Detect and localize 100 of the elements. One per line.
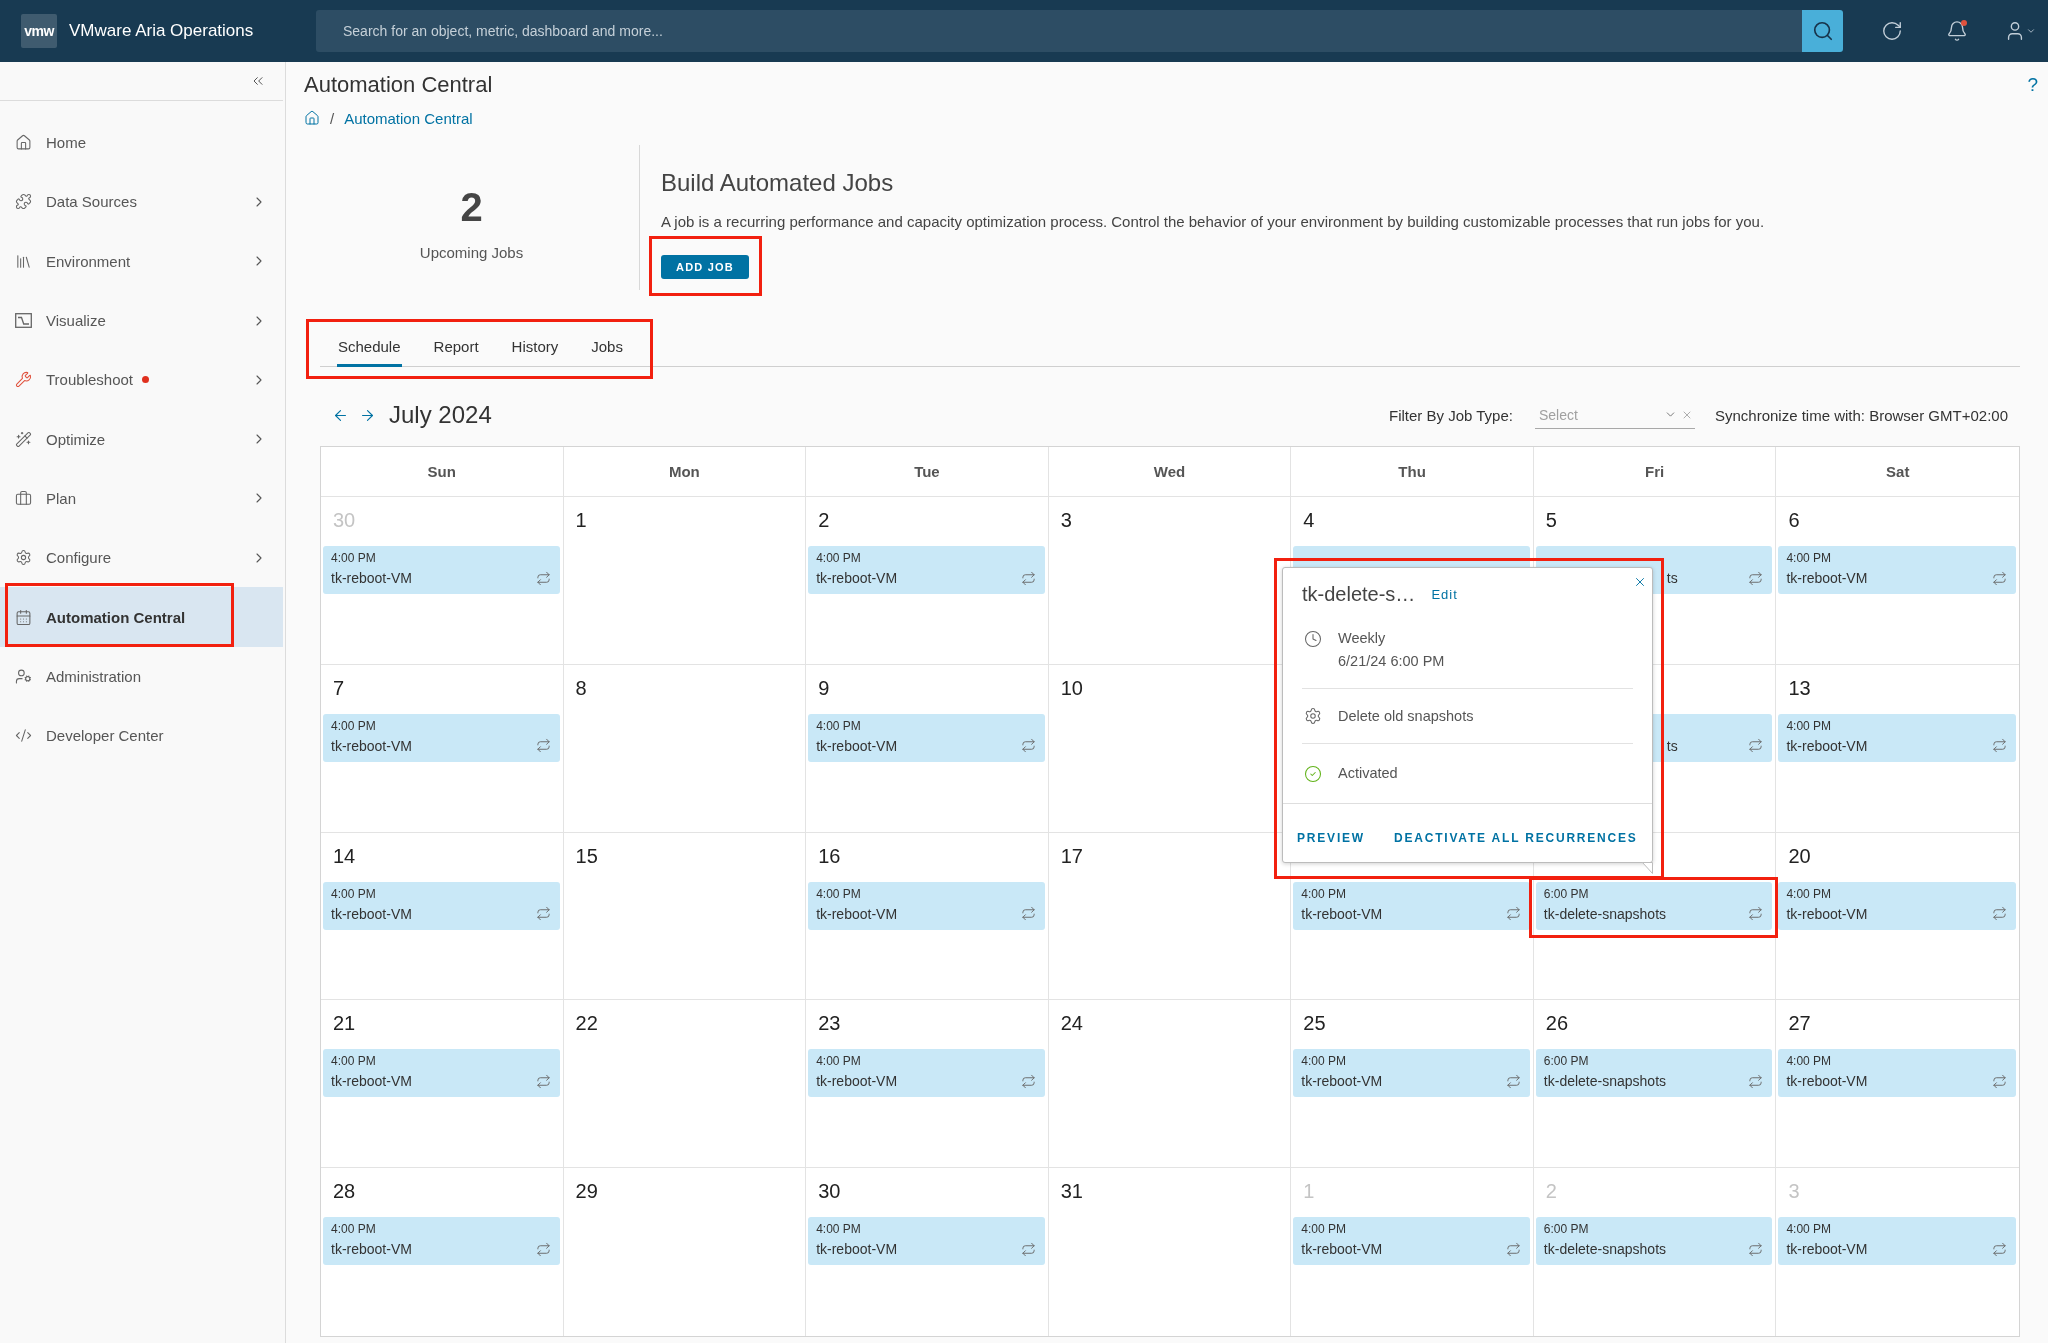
nav-item[interactable]: Troubleshoot: [0, 350, 283, 410]
calendar-event[interactable]: 4:00 PM tk-reboot-VM: [323, 1217, 560, 1266]
event-name: tk-reboot-VM: [1301, 905, 1383, 922]
breadcrumb-link[interactable]: Automation Central: [344, 109, 473, 127]
calendar-event[interactable]: 4:00 PM tk-reboot-VM: [1778, 1049, 2016, 1098]
calendar-event[interactable]: 4:00 PM tk-reboot-VM: [1293, 1217, 1530, 1266]
event-name: tk-reboot-VM: [816, 1073, 898, 1090]
nav-item[interactable]: Optimize: [0, 409, 283, 469]
event-time: 6:00 PM: [1543, 886, 1589, 901]
nav-item[interactable]: Plan: [0, 468, 283, 529]
bell-icon: [1946, 20, 1968, 42]
calendar-event[interactable]: 4:00 PM tk-reboot-VM: [1293, 881, 1530, 930]
calendar-event[interactable]: 6:00 PM tk-delete-snapshots: [1535, 1217, 1773, 1266]
day-number: 13: [1788, 675, 1811, 700]
home-icon: [304, 110, 320, 126]
weekday-label: Mon: [668, 463, 700, 480]
day-number: 6: [1788, 508, 1800, 532]
calendar-event[interactable]: 4:00 PM tk-reboot-VM: [1778, 881, 2016, 930]
calendar-event[interactable]: 4:00 PM tk-reboot-VM: [808, 1049, 1045, 1098]
magic-wand-icon: [15, 430, 32, 448]
popover-action-button[interactable]: PREVIEW: [1297, 828, 1365, 848]
day-number: 9: [818, 675, 830, 700]
tab[interactable]: History: [510, 329, 560, 367]
briefcase-icon: [15, 489, 32, 507]
day-number: 5: [1545, 508, 1557, 532]
day-number: 22: [575, 1011, 598, 1036]
popover-action-button[interactable]: DEACTIVATE ALL RECURRENCES: [1393, 828, 1638, 848]
event-name: tk-reboot-VM: [1301, 1241, 1383, 1258]
action-text: Delete old snapshots: [1338, 706, 1474, 726]
nav-item[interactable]: Administration: [0, 646, 283, 706]
event-name: tk-reboot-VM: [331, 1073, 412, 1090]
event-time: 4:00 PM: [816, 886, 861, 901]
day-number: 2: [1545, 1179, 1557, 1204]
event-name: tk-reboot-VM: [1786, 570, 1868, 586]
search-button[interactable]: [1802, 10, 1843, 52]
edit-link[interactable]: Edit: [1431, 587, 1458, 602]
event-time: 4:00 PM: [1786, 1054, 1832, 1069]
day-number: 1: [1303, 1179, 1315, 1204]
caret-icon: [2026, 26, 2036, 36]
repeat-icon: [1992, 738, 2007, 754]
close-button[interactable]: [1633, 575, 1647, 589]
event-name: tk-reboot-VM: [816, 570, 898, 586]
day-number: 30: [333, 508, 356, 532]
event-time: 4:00 PM: [331, 1222, 376, 1237]
help-link[interactable]: ?: [2027, 74, 2038, 96]
event-time: 4:00 PM: [816, 1222, 861, 1237]
day-number: 25: [1303, 1011, 1326, 1036]
event-name: tk-reboot-VM: [1786, 1073, 1868, 1090]
event-time: 4:00 PM: [1786, 1222, 1832, 1237]
tab[interactable]: Report: [432, 329, 480, 367]
close-icon: [1633, 575, 1647, 589]
event-name: tk-reboot-VM: [816, 905, 898, 922]
repeat-icon: [1748, 570, 1764, 586]
nav-item[interactable]: Data Sources: [0, 172, 283, 232]
nav-item[interactable]: Home: [0, 113, 283, 173]
nav-item[interactable]: Developer Center: [0, 705, 283, 766]
search-icon: [1811, 20, 1834, 42]
refresh-button[interactable]: [1881, 20, 1903, 42]
calendar-event[interactable]: 6:00 PM tk-delete-snapshots: [1535, 1049, 1773, 1098]
day-number: 3: [1060, 508, 1072, 532]
event-time: 4:00 PM: [1301, 1054, 1346, 1069]
search-field[interactable]: Search for an object, metric, dashboard and more...: [316, 10, 1802, 52]
calendar-event[interactable]: 4:00 PM tk-reboot-VM: [1778, 546, 2016, 594]
calendar-event[interactable]: 4:00 PM tk-reboot-VM: [808, 713, 1045, 762]
calendar-event[interactable]: 4:00 PM tk-reboot-VM: [323, 881, 560, 930]
start-time-text: 6/21/24 6:00 PM: [1338, 652, 1445, 671]
home-link[interactable]: [304, 110, 320, 126]
event-name: tk-reboot-VM: [331, 1241, 412, 1258]
repeat-icon: [1992, 570, 2007, 586]
calendar-event[interactable]: 6:00 PM tk-delete-snapshots: [1535, 881, 1773, 930]
calendar-event[interactable]: 4:00 PM tk-reboot-VM: [1778, 1217, 2016, 1266]
event-name: tk-reboot-VM: [331, 737, 412, 754]
calendar-event[interactable]: 4:00 PM tk-reboot-VM: [1293, 1049, 1530, 1098]
calendar-event[interactable]: 4:00 PM tk-reboot-VM: [808, 546, 1045, 594]
nav-item[interactable]: Configure: [0, 528, 283, 588]
tab[interactable]: Jobs: [590, 329, 624, 367]
calendar-event[interactable]: 4:00 PM tk-reboot-VM: [323, 546, 560, 594]
repeat-icon: [1020, 570, 1036, 586]
repeat-icon: [1748, 906, 1764, 922]
line-chart-icon: [15, 312, 32, 330]
tab[interactable]: Schedule: [337, 329, 402, 367]
notifications-button[interactable]: [1946, 20, 1968, 42]
user-gear-icon: [15, 667, 32, 685]
weekday-label: Tue: [914, 463, 940, 480]
calendar-event[interactable]: 4:00 PM tk-reboot-VM: [808, 881, 1045, 930]
calendar-event[interactable]: 4:00 PM tk-reboot-VM: [808, 1217, 1045, 1266]
calendar-event[interactable]: 4:00 PM tk-reboot-VM: [323, 713, 560, 762]
books-icon: [15, 252, 32, 270]
nav-item[interactable]: Visualize: [0, 290, 283, 351]
repeat-icon: [1992, 1241, 2007, 1257]
nav-item[interactable]: Environment: [0, 231, 283, 291]
repeat-icon: [1505, 1241, 1521, 1257]
event-time: 4:00 PM: [1786, 886, 1832, 901]
day-number: 3: [1788, 1179, 1800, 1204]
home-icon: [15, 134, 32, 152]
calendar-event[interactable]: 4:00 PM tk-reboot-VM: [1778, 713, 2016, 762]
add-job-button[interactable]: ADD JOB: [661, 255, 749, 279]
event-name: tk-reboot-VM: [816, 737, 898, 754]
calendar-event[interactable]: 4:00 PM tk-reboot-VM: [323, 1049, 560, 1098]
event-time: 4:00 PM: [331, 1054, 376, 1069]
